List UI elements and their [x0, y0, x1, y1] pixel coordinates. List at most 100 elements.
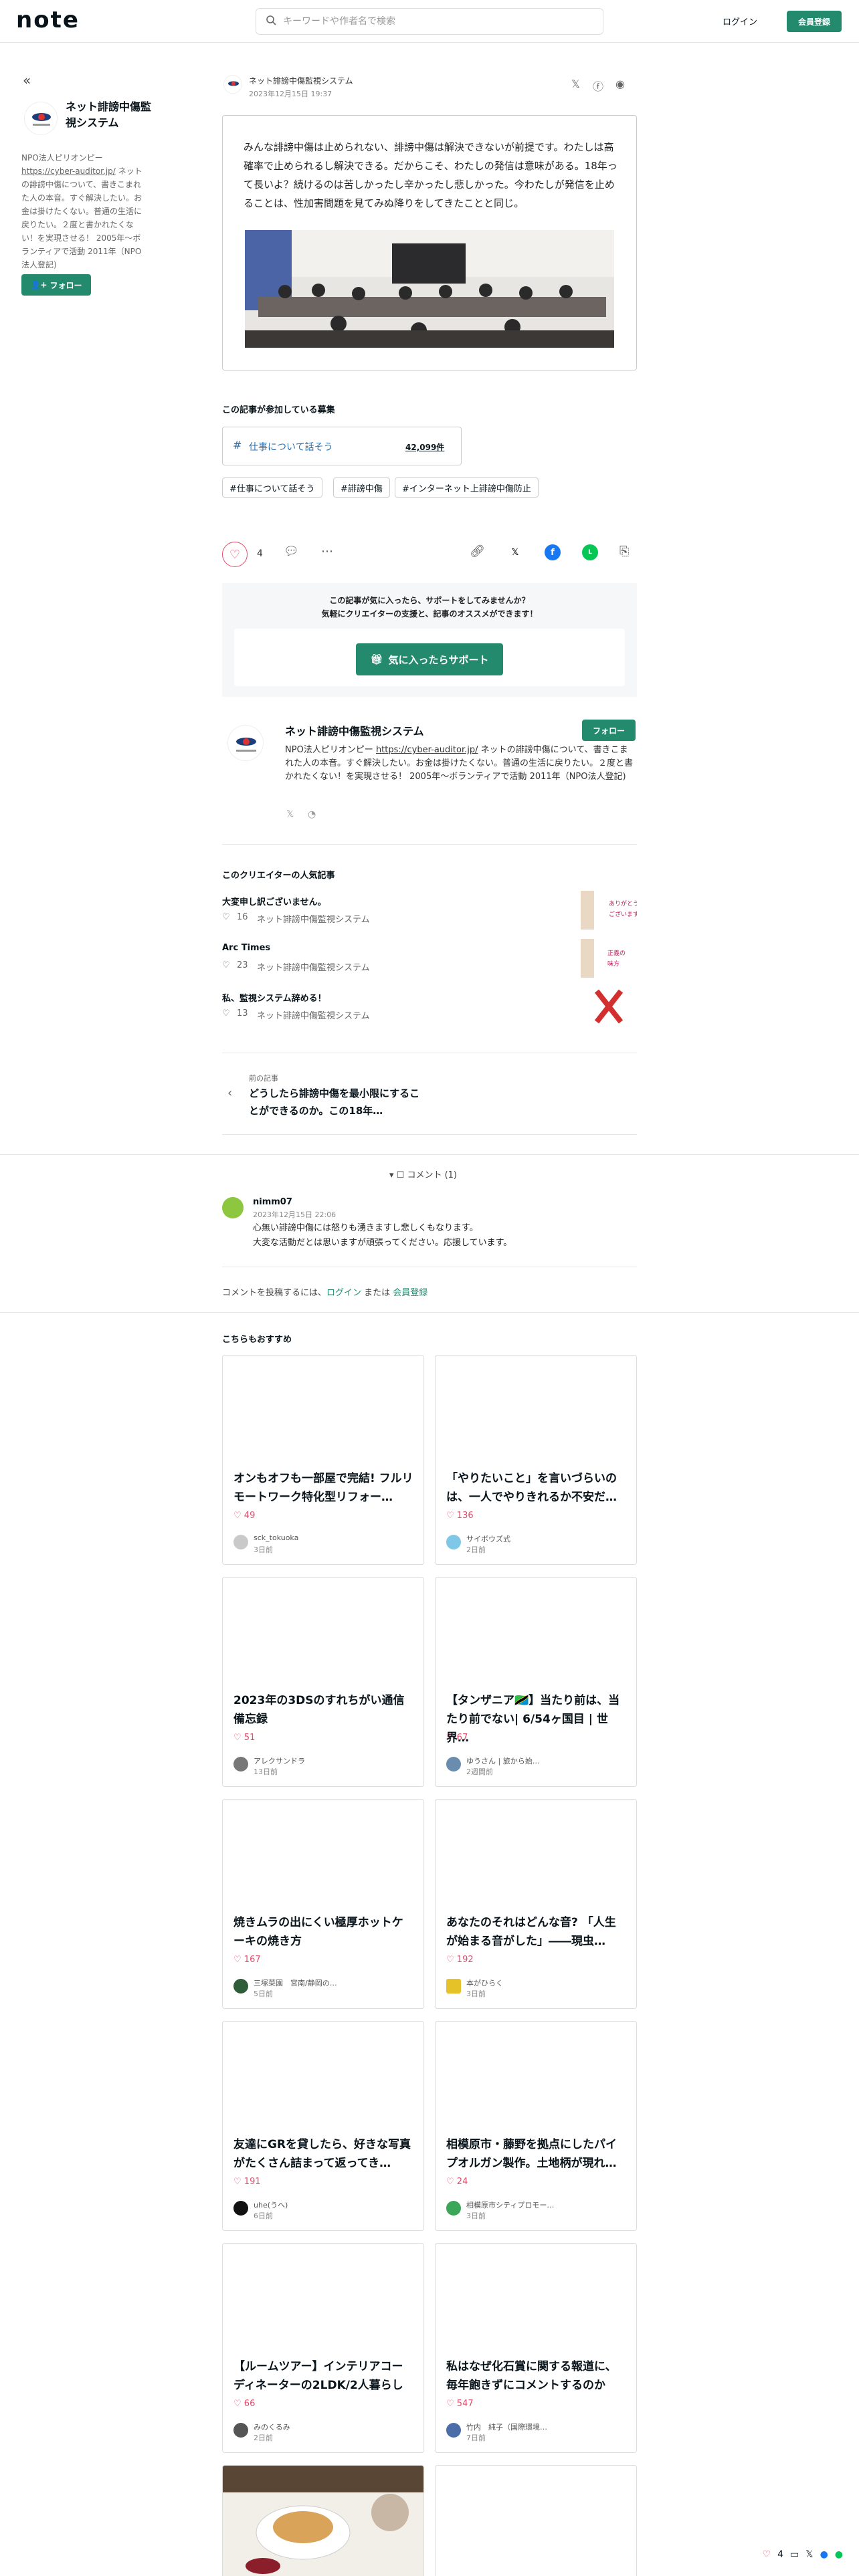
recommend-card-avatar — [446, 1535, 461, 1549]
facebook-share-icon[interactable]: f — [545, 544, 561, 560]
author-avatar[interactable] — [223, 75, 242, 94]
comment-date: 2023年12月15日 22:06 — [253, 1210, 337, 1219]
popular-author: ネット誹謗中傷監視システム — [257, 915, 370, 925]
line-share-icon[interactable]: ◉ — [615, 78, 625, 90]
note-logo[interactable]: note — [16, 7, 80, 33]
recommend-card-time: 2日前 — [254, 2434, 273, 2442]
popular-author: ネット誹謗中傷監視システム — [257, 1011, 370, 1021]
recommend-card[interactable]: 私はなぜ化石賞に関する報道に、毎年飽きずにコメントするのか ♡ 547 竹内 純… — [435, 2243, 637, 2453]
bio-link[interactable]: https://cyber-auditor.jp/ — [21, 167, 116, 176]
svg-text:正義の: 正義の — [607, 949, 626, 957]
tag-chip[interactable]: #仕事について話そう — [222, 477, 322, 498]
heart-icon[interactable]: ♡ — [763, 2549, 771, 2560]
prompt-text: コメントを投稿するには、 — [222, 1288, 327, 1298]
tag-chip[interactable]: #インターネット上誹謗中傷防止 — [395, 477, 539, 498]
comment-line: 大変な活動だとは思いますが頑張ってください。応援しています。 — [253, 1238, 512, 1248]
recommend-card[interactable]: オンもオフも一部屋で完結! フルリモートワーク特化型リフォー… ♡ 49 sck… — [222, 1355, 424, 1565]
heart-icon: ♡ — [222, 1008, 230, 1018]
collapse-sidebar-icon[interactable]: « — [23, 72, 31, 88]
recommend-card[interactable]: 「やりたいこと」を言いづらいのは、一人でやりきれるか不安だ… ♡ 136 サイボ… — [435, 1355, 637, 1565]
creator-card-avatar[interactable] — [227, 725, 264, 761]
popular-like-count: 16 — [237, 912, 248, 922]
recommend-card-author: ゆうさん | 旅から始… — [466, 1757, 540, 1765]
popular-article-title[interactable]: Arc Times — [222, 943, 270, 953]
x-share-icon[interactable]: 𝕏 — [507, 544, 523, 560]
popular-article-title[interactable]: 大変申し訳ございません。 — [222, 895, 326, 907]
support-button-label: 気に入ったらサポート — [388, 653, 489, 666]
recommend-card-time: 6日前 — [254, 2212, 273, 2220]
author-name[interactable]: ネット誹謗中傷監視システム — [249, 75, 353, 86]
creator-avatar[interactable] — [24, 102, 58, 135]
recommend-card[interactable]: 焼きムラの出にくい極厚ホットケーキの焼き方 ♡ 167 三塚菜園 宮南/静岡の…… — [222, 1799, 424, 2009]
facebook-share-icon[interactable]: ⓕ — [593, 78, 603, 94]
recommend-card-avatar — [233, 1757, 248, 1772]
sidebar-creator-name[interactable]: ネット誹謗中傷監視システム — [66, 99, 159, 131]
signup-button[interactable]: 会員登録 — [787, 11, 842, 32]
creator-card-follow-button[interactable]: フォロー — [582, 720, 636, 741]
recommend-card[interactable]: 【ルームツアー】インテリアコーディネーターの2LDK/2人暮らし ♡ 66 みの… — [222, 2243, 424, 2453]
recommend-card-likes: ♡ 51 — [233, 1733, 256, 1743]
comment-signup-link[interactable]: 会員登録 — [393, 1288, 427, 1298]
popular-article-thumbnail[interactable]: 正義の 味方 — [581, 939, 637, 978]
recommend-card[interactable]: 2023年の3DSのすれちがい通信備忘録 ♡ 51 アレクサンドラ 13日前 — [222, 1577, 424, 1787]
search-icon — [266, 15, 276, 28]
recommend-card[interactable] — [222, 2465, 424, 2576]
embedded-post-text: みんな誹謗中傷は止められない、誹謗中傷は解決できないが前提です。わたしは高確率で… — [244, 141, 617, 209]
login-link[interactable]: ログイン — [723, 15, 757, 27]
recommend-card-title: 「やりたいこと」を言いづらいのは、一人でやりきれるか不安だ… — [446, 1472, 617, 1504]
recommend-card[interactable] — [435, 2465, 637, 2576]
support-button[interactable]: 🎁︎ 気に入ったらサポート — [356, 643, 503, 675]
copy-link-icon[interactable]: 🔗︎ — [470, 544, 485, 558]
comments-toggle[interactable]: ▾ ☐ コメント (1) — [389, 1168, 457, 1180]
x-profile-icon[interactable]: 𝕏 — [286, 809, 294, 820]
magazine-icon[interactable]: ▭ — [790, 2549, 799, 2560]
sidebar-follow-button[interactable]: 👤+ フォロー — [21, 274, 91, 296]
recommend-card-likes: ♡ 49 — [233, 1511, 256, 1521]
commenter-name[interactable]: nimm07 — [253, 1197, 292, 1207]
line-share-icon[interactable]: ● — [835, 2549, 843, 2560]
recommend-card-likes: ♡ 66 — [233, 2399, 256, 2409]
commenter-avatar[interactable] — [222, 1197, 244, 1218]
comment-icon[interactable]: 💬︎ — [284, 544, 299, 558]
recommend-card-author: サイボウズ式 — [466, 1535, 510, 1543]
bottom-like-count: 4 — [777, 2549, 784, 2560]
bio-link[interactable]: https://cyber-auditor.jp/ — [376, 745, 478, 755]
popular-article-thumbnail[interactable]: ありがとう ございます — [581, 891, 637, 930]
tag-chip[interactable]: #誹謗中傷 — [333, 477, 390, 498]
recommend-card-title: 友達にGRを貸したら、好きな写真がたくさん詰まって返ってき… — [233, 2138, 411, 2170]
like-button[interactable]: ♡ — [222, 542, 248, 567]
heart-icon: ♡ — [222, 912, 230, 922]
recommend-card-author: uhe(うへ) — [254, 2201, 288, 2210]
recommend-card-time: 3日前 — [254, 1545, 273, 1554]
embed-icon[interactable]: ⎘ — [619, 544, 629, 558]
search-input[interactable] — [283, 16, 591, 27]
recommend-card-title: 焼きムラの出にくい極厚ホットケーキの焼き方 — [233, 1916, 403, 1948]
like-count: 192 — [456, 1955, 474, 1965]
search-box[interactable] — [256, 8, 603, 35]
svg-text:味方: 味方 — [607, 960, 619, 968]
comment-text: 心無い誹謗中傷には怒りも湧きますし悲しくもなります。 大変な活動だとは思いますが… — [253, 1221, 628, 1251]
creator-card-name[interactable]: ネット誹謗中傷監視システム — [285, 722, 424, 738]
x-share-icon[interactable]: 𝕏 — [571, 78, 580, 90]
recommend-card-avatar — [446, 2201, 461, 2216]
creator-card-bio: NPO法人ピリオンピー https://cyber-auditor.jp/ ネッ… — [285, 744, 634, 784]
contest-label[interactable]: 仕事について話そう — [249, 440, 333, 453]
contest-count: 42,099件 — [405, 443, 445, 452]
line-share-icon[interactable]: L — [582, 544, 598, 560]
rss-icon[interactable]: ◔ — [308, 809, 316, 820]
recommend-card[interactable]: 【タンザニア🇹🇿】当たり前は、当たり前でない| 6/54ヶ国目 | 世界… ♡ … — [435, 1577, 637, 1787]
more-options-icon[interactable]: ⋯ — [321, 544, 333, 558]
popular-article-title[interactable]: 私、監視システム辞める！ — [222, 991, 326, 1004]
chevron-left-icon: ‹ — [227, 1086, 233, 1100]
facebook-share-icon[interactable]: ● — [820, 2549, 828, 2560]
comment-login-link[interactable]: ログイン — [326, 1288, 361, 1298]
recommend-card[interactable]: 相模原市・藤野を拠点にしたパイプオルガン製作。土地柄が現れ… ♡ 24 相模原市… — [435, 2021, 637, 2231]
x-share-icon[interactable]: 𝕏 — [805, 2549, 813, 2560]
like-count: 66 — [244, 2399, 256, 2409]
popular-author: ネット誹謗中傷監視システム — [257, 963, 370, 973]
popular-article-thumbnail[interactable] — [581, 987, 637, 1026]
popular-like-count: 13 — [237, 1008, 248, 1018]
recommend-card-title: 【タンザニア🇹🇿】当たり前は、当たり前でない| 6/54ヶ国目 | 世界… — [446, 1694, 620, 1745]
recommend-card[interactable]: あなたのそれはどんな音? 「人生が始まる音がした」――現虫… ♡ 192 本がひ… — [435, 1799, 637, 2009]
recommend-card[interactable]: 友達にGRを貸したら、好きな写真がたくさん詰まって返ってき… ♡ 191 uhe… — [222, 2021, 424, 2231]
